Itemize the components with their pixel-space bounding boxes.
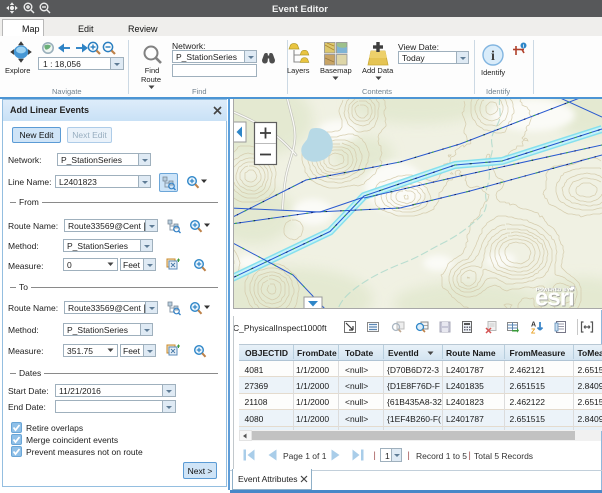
svg-text:A: A xyxy=(531,322,536,329)
svg-text:esri: esri xyxy=(535,285,574,310)
svg-text:i: i xyxy=(491,49,495,64)
svg-text:Z: Z xyxy=(531,329,536,336)
